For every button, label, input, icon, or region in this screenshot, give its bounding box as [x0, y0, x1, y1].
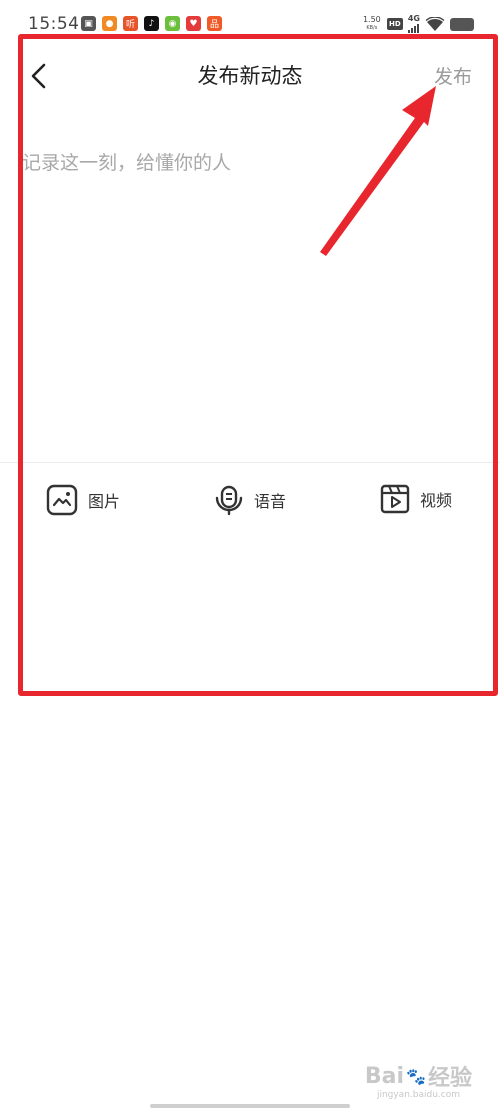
media-toolbar: 图片 语音 视频 [0, 480, 500, 520]
video-icon [380, 484, 410, 514]
page-title: 发布新动态 [197, 64, 303, 88]
baidu-watermark: Bai 🐾 经验 [364, 1063, 472, 1092]
nav-bar: 发布新动态 发布 [0, 42, 500, 106]
battery-icon [450, 17, 474, 31]
status-time: 15:54 [28, 14, 80, 34]
gallery-icon: ▣ [81, 16, 96, 31]
compose-area [0, 140, 500, 462]
add-video-button[interactable]: 视频 [380, 484, 452, 514]
paw-icon: 🐾 [406, 1066, 426, 1086]
divider [0, 462, 500, 463]
image-label: 图片 [88, 492, 121, 511]
voice-label: 语音 [254, 492, 287, 511]
shopping-app-icon: 品 [207, 16, 222, 31]
tiktok-icon: ♪ [144, 16, 159, 31]
watermark-url: jingyan.baidu.com [376, 1090, 460, 1100]
hd-badge: HD [386, 18, 403, 30]
microphone-icon [215, 485, 243, 516]
home-indicator[interactable] [150, 1104, 350, 1108]
map-app-icon: ◉ [165, 16, 180, 31]
video-label: 视频 [420, 491, 453, 510]
add-voice-button[interactable]: 语音 [214, 484, 286, 516]
signal-icon: 4G [408, 15, 420, 33]
wifi-icon [425, 16, 445, 31]
publish-button[interactable]: 发布 [434, 62, 472, 89]
heart-app-icon: ♥ [186, 16, 201, 31]
post-content-input[interactable] [22, 148, 482, 448]
location-pin-icon: ● [102, 16, 117, 31]
status-bar: 15:54 ▣ ● 听 ♪ ◉ ♥ 品 1.50 KB/s HD 4G [0, 0, 500, 34]
notification-icons: ▣ ● 听 ♪ ◉ ♥ 品 [81, 16, 222, 31]
add-image-button[interactable]: 图片 [46, 484, 120, 516]
network-speed: 1.50 KB/s [362, 15, 381, 32]
image-icon [46, 484, 78, 516]
system-icons: 1.50 KB/s HD 4G [362, 15, 474, 33]
listen-app-icon: 听 [123, 16, 138, 31]
